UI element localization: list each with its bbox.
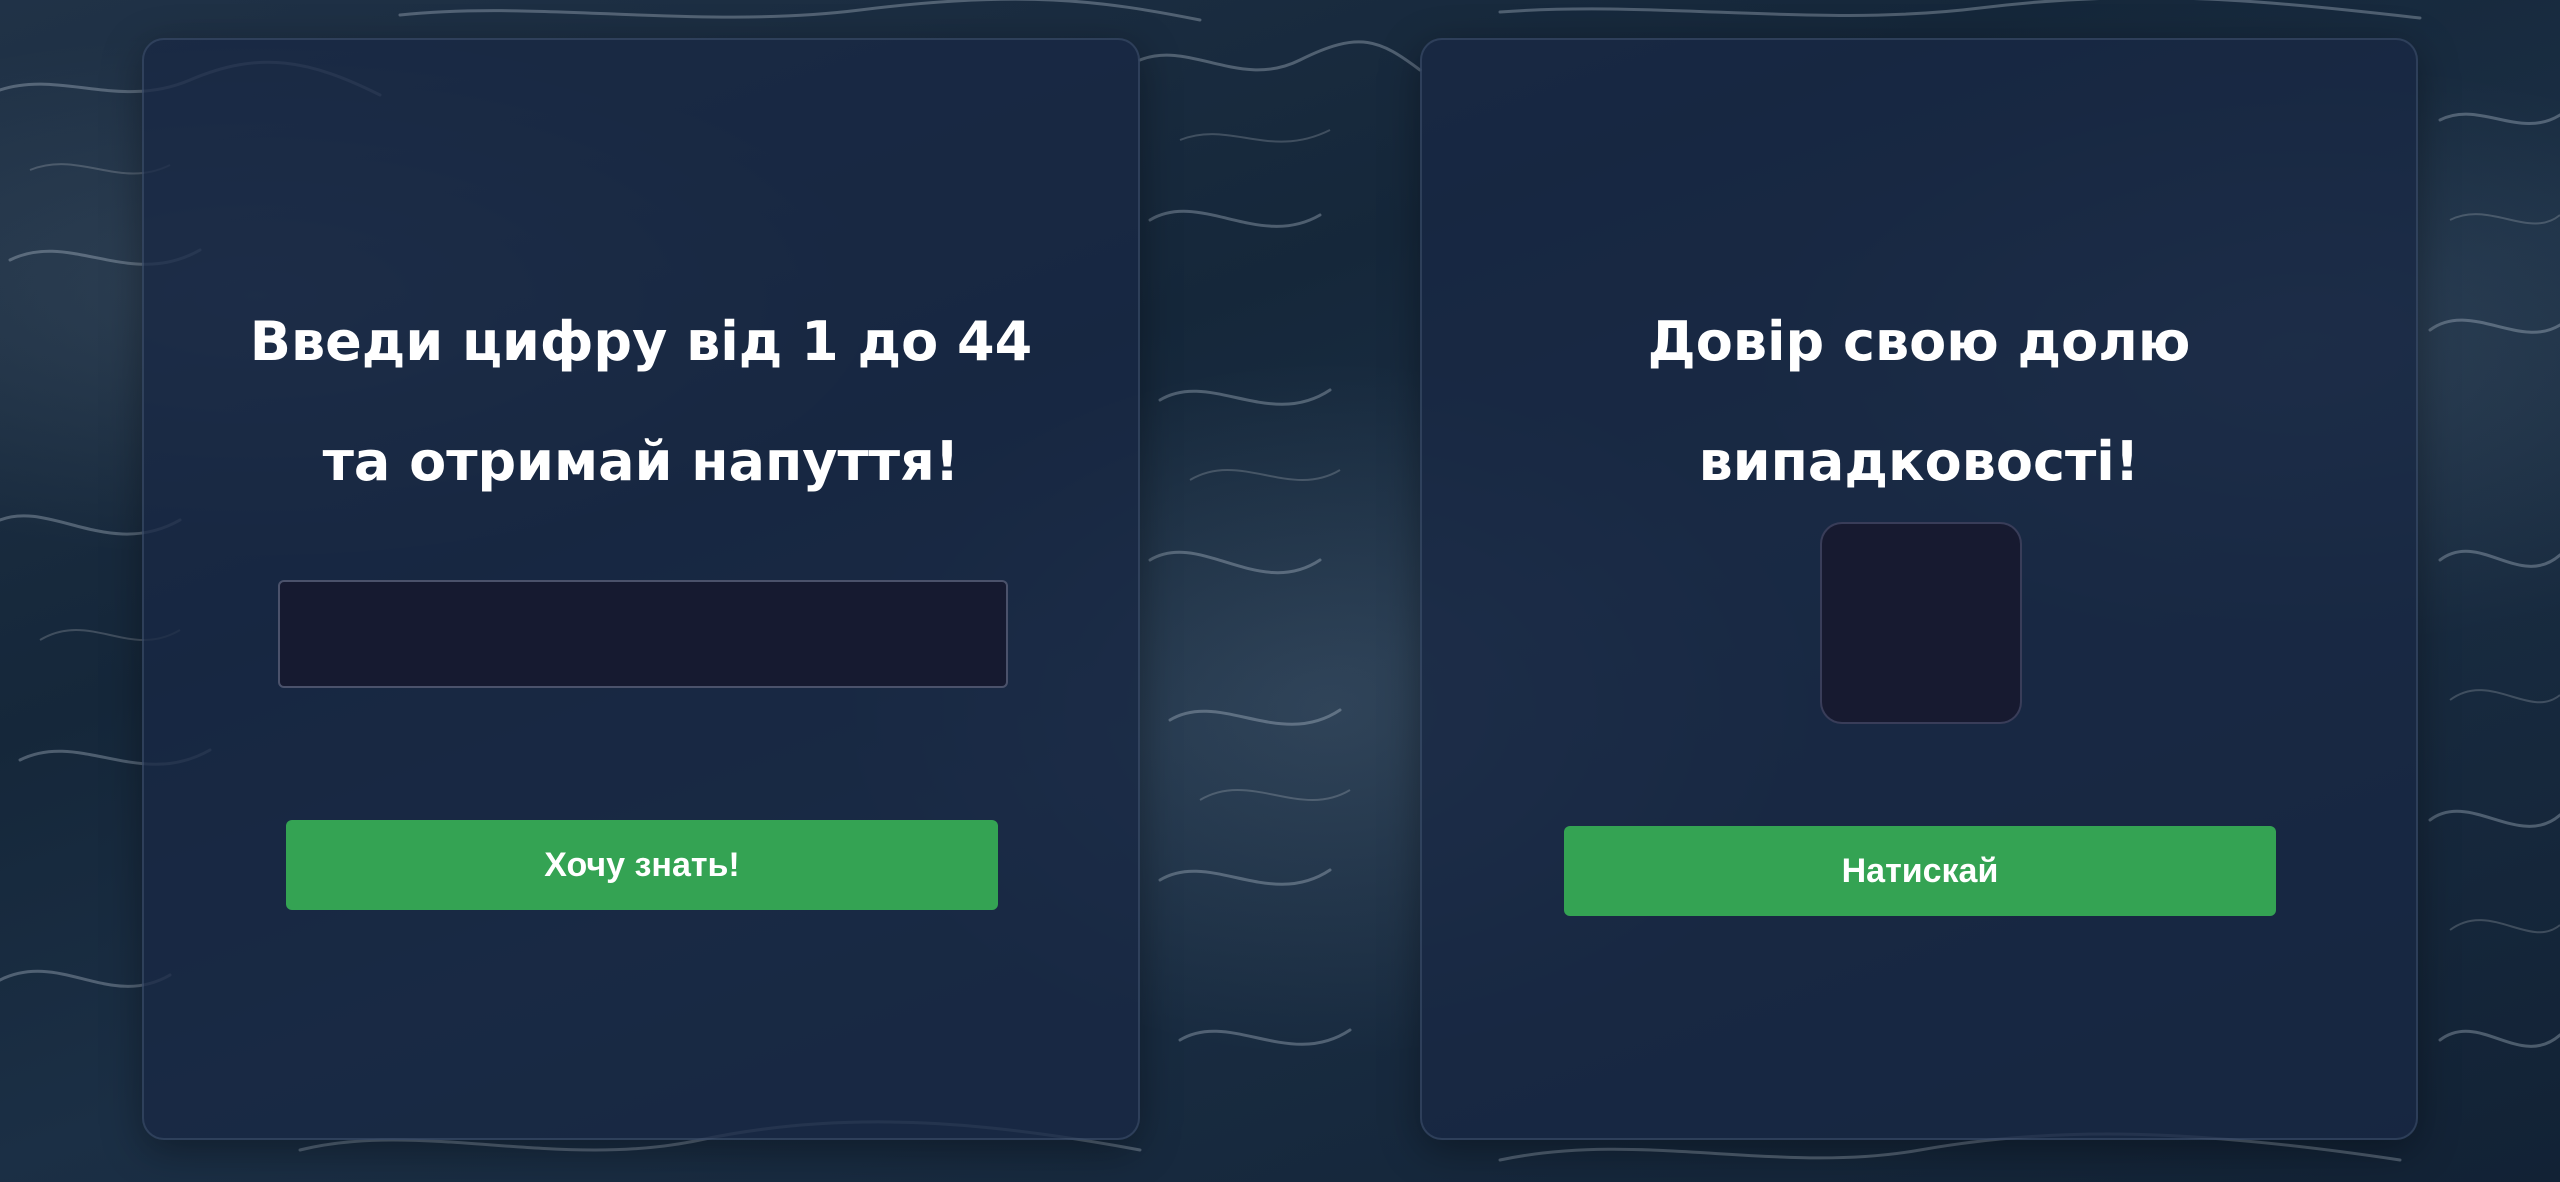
- press-button[interactable]: Натискай: [1564, 826, 2276, 916]
- random-result-box: [1820, 522, 2022, 724]
- number-input[interactable]: [278, 580, 1008, 688]
- fortune-by-number-card: Введи цифру від 1 до 44 та отримай напут…: [142, 38, 1140, 1140]
- random-fortune-card: Довір свою долю випадковості! Натискай: [1420, 38, 2418, 1140]
- random-card-title-line2: випадковості!: [1698, 430, 2140, 493]
- number-card-title-line2: та отримай напуття!: [322, 430, 960, 493]
- number-card-title: Введи цифру від 1 до 44 та отримай напут…: [144, 282, 1138, 522]
- want-to-know-button[interactable]: Хочу знать!: [286, 820, 998, 910]
- random-card-title: Довір свою долю випадковості!: [1422, 282, 2416, 522]
- number-card-title-line1: Введи цифру від 1 до 44: [249, 310, 1033, 373]
- random-card-title-line1: Довір свою долю: [1647, 310, 2191, 373]
